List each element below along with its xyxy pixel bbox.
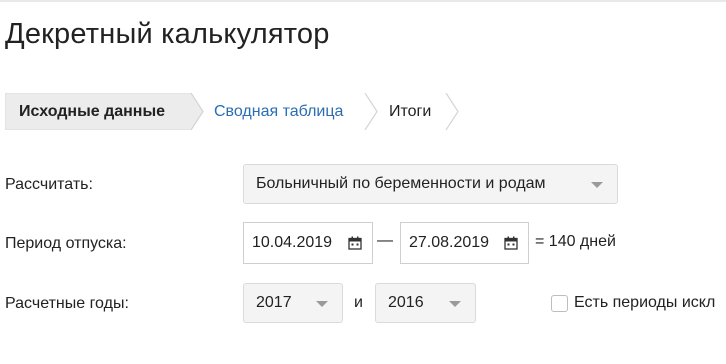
exclusion-periods-checkbox[interactable] (551, 295, 568, 312)
calendar-icon[interactable] (504, 236, 518, 250)
step-source-data[interactable]: Исходные данные (19, 93, 165, 130)
page-title: Декретный калькулятор (5, 18, 330, 50)
wizard-steps: Исходные данные Сводная таблица Итоги (5, 93, 465, 130)
year1-select-value: 2017 (256, 294, 292, 311)
years-conjunction: и (354, 294, 363, 311)
year2-select[interactable]: 2016 (375, 283, 476, 323)
year1-select[interactable]: 2017 (243, 283, 343, 323)
calculate-select[interactable]: Больничный по беременности и родам (243, 164, 618, 204)
step-summary-table[interactable]: Сводная таблица (214, 93, 343, 130)
period-label: Период отпуска: (5, 235, 127, 252)
start-date-input[interactable]: 10.04.2019 (243, 222, 373, 264)
end-date-input[interactable]: 27.08.2019 (400, 222, 529, 264)
chevron-down-icon (591, 182, 603, 188)
period-total-days: = 140 дней (535, 233, 616, 250)
top-border (0, 0, 726, 2)
exclusion-periods-label[interactable]: Есть периоды искл (574, 294, 715, 312)
start-date-value: 10.04.2019 (252, 234, 333, 251)
calculate-select-value: Больничный по беременности и родам (256, 175, 546, 192)
step-results[interactable]: Итоги (389, 93, 431, 130)
years-label: Расчетные годы: (5, 295, 129, 312)
year2-select-value: 2016 (388, 294, 424, 311)
chevron-down-icon (316, 301, 328, 307)
chevron-down-icon (449, 301, 461, 307)
date-separator: — (377, 232, 393, 249)
calculate-label: Рассчитать: (5, 176, 93, 193)
end-date-value: 27.08.2019 (409, 234, 490, 251)
calendar-icon[interactable] (348, 236, 362, 250)
